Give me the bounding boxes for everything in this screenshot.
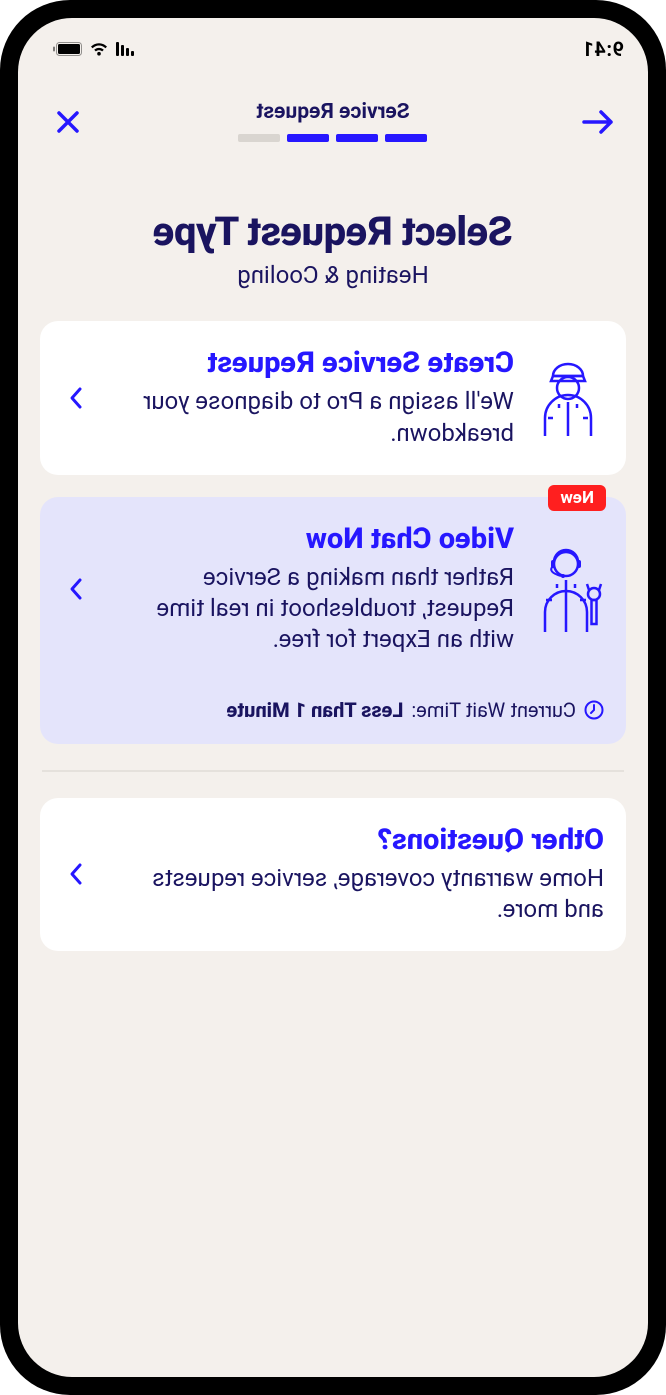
page-title: Select Request Type <box>38 208 628 255</box>
page-subtitle: Heating & Cooling <box>38 261 628 289</box>
clock-icon <box>584 700 604 720</box>
wifi-icon <box>89 42 109 57</box>
cards-list: Create Service Request We'll assign a Pr… <box>18 289 648 951</box>
back-button[interactable] <box>576 100 620 144</box>
progress-step-4 <box>239 134 281 142</box>
card-desc: Home warranty coverage, service requests… <box>108 863 604 925</box>
chevron-right-icon <box>62 862 90 886</box>
arrow-left-icon <box>582 109 614 135</box>
wait-value: Less Than 1 Minute <box>226 698 403 722</box>
new-badge: New <box>548 485 606 511</box>
status-icons <box>52 42 134 57</box>
wait-time-row: Current Wait Time: Less Than 1 Minute <box>62 698 604 722</box>
support-agent-icon <box>532 544 604 634</box>
technician-icon <box>532 358 604 438</box>
card-title: Other Questions? <box>108 824 604 857</box>
create-service-request-card[interactable]: Create Service Request We'll assign a Pr… <box>40 321 626 475</box>
device-frame: 9:41 <box>0 0 666 1395</box>
card-desc: We'll assign a Pro to diagnose your brea… <box>108 386 514 448</box>
card-title: Video Chat Now <box>108 523 514 556</box>
screen: 9:41 <box>18 18 648 1377</box>
progress-step-3 <box>288 134 330 142</box>
chevron-right-icon <box>62 386 90 410</box>
progress-step-2 <box>337 134 379 142</box>
progress-indicator <box>90 134 576 142</box>
nav-header: Service Request <box>18 72 648 144</box>
card-desc: Rather than making a Service Request, tr… <box>108 562 514 656</box>
cellular-icon <box>116 42 134 56</box>
other-questions-card[interactable]: Other Questions? Home warranty coverage,… <box>40 798 626 952</box>
progress-step-1 <box>386 134 428 142</box>
video-chat-card[interactable]: New <box>40 497 626 744</box>
card-title: Create Service Request <box>108 347 514 380</box>
status-time: 9:41 <box>582 37 624 61</box>
close-button[interactable] <box>46 100 90 144</box>
close-icon <box>56 110 80 134</box>
chevron-right-icon <box>62 577 90 601</box>
card-body: Video Chat Now Rather than making a Serv… <box>108 523 514 656</box>
status-bar: 9:41 <box>18 18 648 72</box>
page-header: Select Request Type Heating & Cooling <box>18 208 648 289</box>
nav-title: Service Request <box>90 100 576 124</box>
wait-label: Current Wait Time: <box>411 698 576 722</box>
battery-icon <box>52 42 82 56</box>
nav-center: Service Request <box>90 100 576 142</box>
separator <box>42 770 624 772</box>
card-body: Create Service Request We'll assign a Pr… <box>108 347 514 449</box>
card-body: Other Questions? Home warranty coverage,… <box>108 824 604 926</box>
